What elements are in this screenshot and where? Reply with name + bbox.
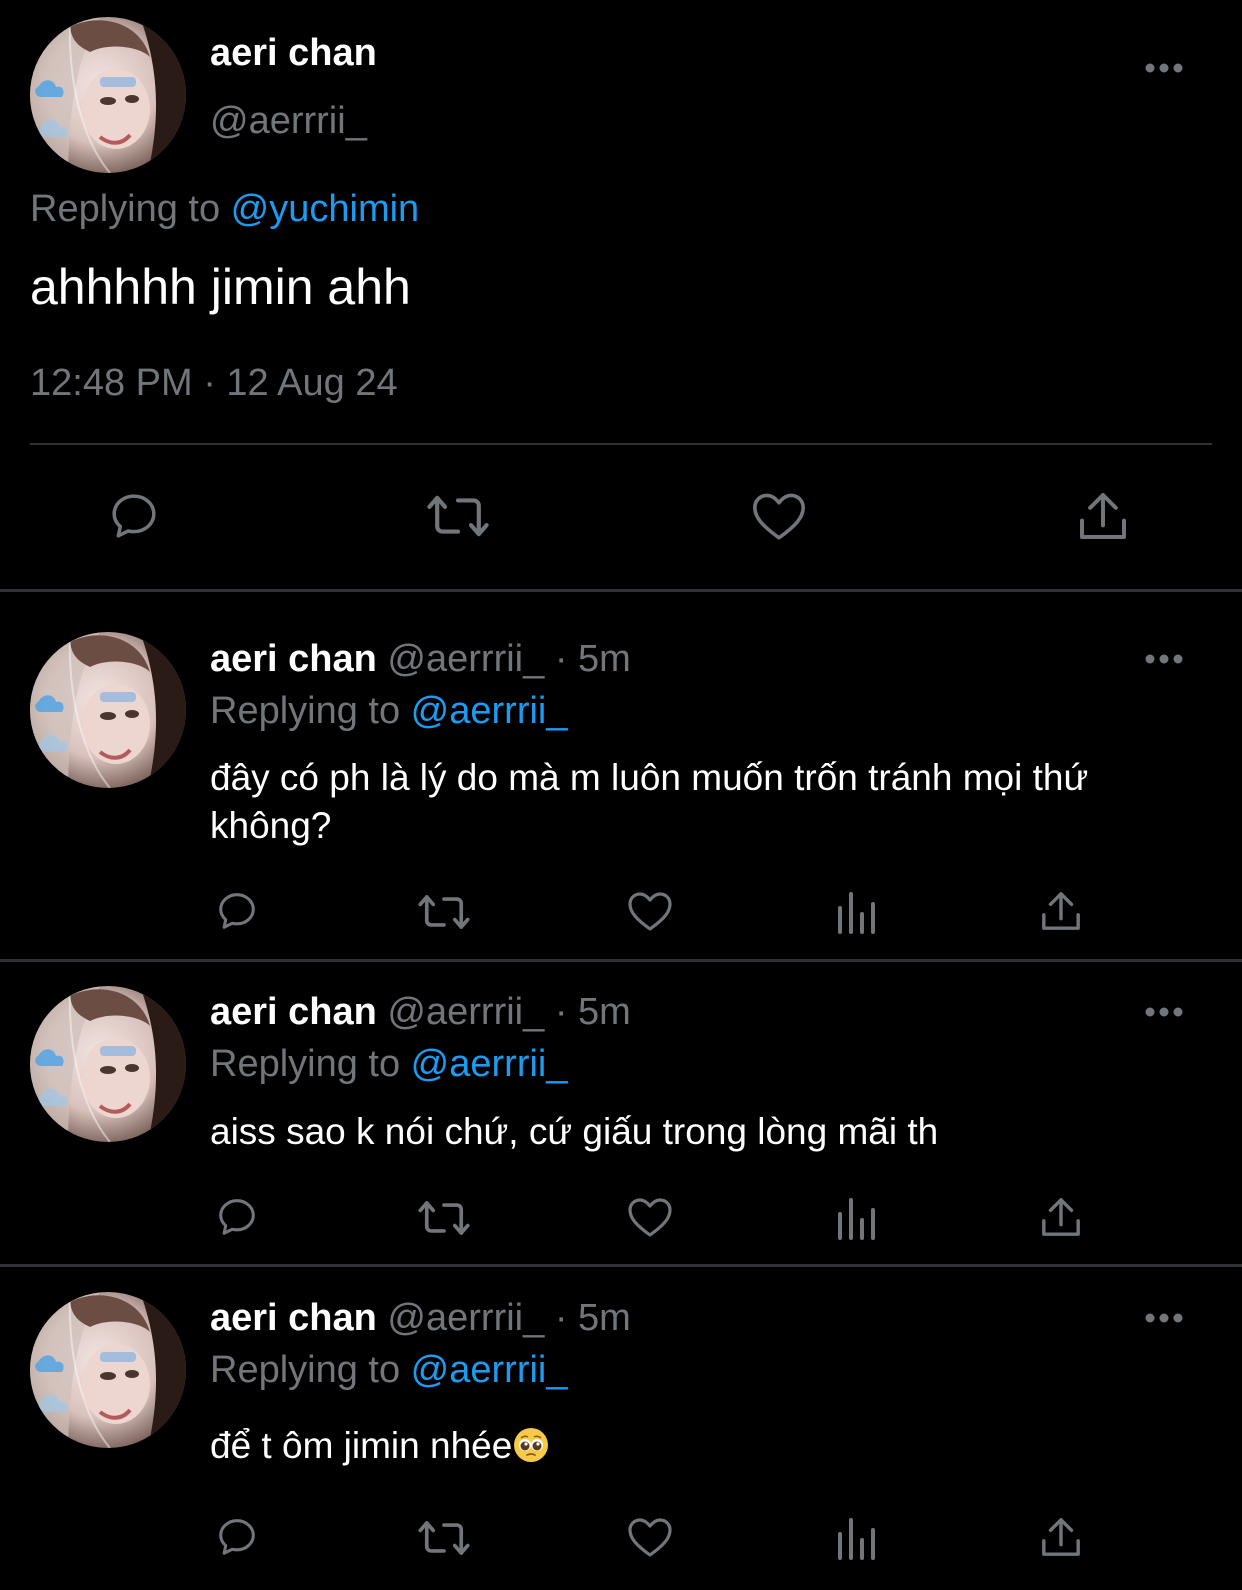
mention-link[interactable]: @aerrrii_ [411, 690, 568, 732]
reply-text: đây có ph là lý do mà m luôn muốn trốn t… [210, 757, 1089, 846]
more-options-icon[interactable] [1144, 62, 1184, 74]
reply-header: aeri chan @aerrrii_ · 5m [210, 638, 631, 681]
avatar[interactable] [30, 632, 186, 788]
tweet-timestamp[interactable]: 12:48 PM · 12 Aug 24 [30, 362, 398, 405]
like-icon[interactable] [626, 1194, 674, 1240]
replying-to-line: Replying to @yuchimin [30, 188, 419, 231]
author-handle-time: @aerrrii_ · 5m [376, 991, 631, 1033]
more-options-icon[interactable] [1144, 1006, 1184, 1018]
share-icon[interactable] [1076, 488, 1130, 544]
author-handle-time: @aerrrii_ · 5m [376, 638, 631, 680]
mention-link[interactable]: @aerrrii_ [411, 1349, 568, 1391]
replying-to-line: Replying to @aerrrii_ [210, 1043, 568, 1086]
retweet-icon[interactable] [424, 490, 492, 542]
mention-link[interactable]: @aerrrii_ [411, 1043, 568, 1085]
views-icon[interactable] [836, 1516, 876, 1560]
like-icon[interactable] [626, 888, 674, 934]
divider [0, 1264, 1242, 1267]
tweet-text: ahhhhh jimin ahh [30, 259, 411, 315]
reply-header: aeri chan @aerrrii_ · 5m [210, 991, 631, 1034]
avatar[interactable] [30, 1292, 186, 1448]
reply-text-line: để t ôm jimin nhée [210, 1422, 1170, 1470]
like-icon[interactable] [750, 488, 808, 544]
replying-to-line: Replying to @aerrrii_ [210, 690, 568, 733]
divider [0, 589, 1242, 592]
author-name[interactable]: aeri chan [210, 638, 377, 680]
author-name[interactable]: aeri chan [210, 32, 377, 75]
views-icon[interactable] [836, 890, 876, 934]
author-name[interactable]: aeri chan [210, 1297, 377, 1339]
replying-to-line: Replying to @aerrrii_ [210, 1349, 568, 1392]
share-icon[interactable] [1040, 1514, 1082, 1560]
reply-header: aeri chan @aerrrii_ · 5m [210, 1297, 631, 1340]
like-icon[interactable] [626, 1514, 674, 1560]
replying-to-label: Replying to [210, 690, 411, 732]
replying-to-label: Replying to [210, 1349, 411, 1391]
retweet-icon[interactable] [416, 1196, 472, 1240]
replying-to-label: Replying to [30, 188, 231, 230]
share-icon[interactable] [1040, 1194, 1082, 1240]
retweet-icon[interactable] [416, 890, 472, 934]
reply-text: để t ôm jimin nhée [210, 1425, 513, 1466]
divider [30, 443, 1212, 445]
reply-icon[interactable] [214, 888, 260, 934]
author-name[interactable]: aeri chan [210, 991, 377, 1033]
reply-icon[interactable] [214, 1194, 260, 1240]
author-handle[interactable]: @aerrrii_ [210, 100, 367, 143]
avatar[interactable] [30, 986, 186, 1142]
more-options-icon[interactable] [1144, 1312, 1184, 1324]
divider [0, 959, 1242, 962]
mention-link[interactable]: @yuchimin [231, 188, 420, 230]
replying-to-label: Replying to [210, 1043, 411, 1085]
share-icon[interactable] [1040, 888, 1082, 934]
author-handle-time: @aerrrii_ · 5m [376, 1297, 631, 1339]
retweet-icon[interactable] [416, 1516, 472, 1560]
reply-icon[interactable] [106, 488, 162, 544]
views-icon[interactable] [836, 1196, 876, 1240]
more-options-icon[interactable] [1144, 653, 1184, 665]
pleading-face-emoji [512, 1426, 550, 1464]
reply-text: aiss sao k nói chứ, cứ giấu trong lòng m… [210, 1111, 939, 1152]
avatar[interactable] [30, 17, 186, 173]
reply-icon[interactable] [214, 1514, 260, 1560]
